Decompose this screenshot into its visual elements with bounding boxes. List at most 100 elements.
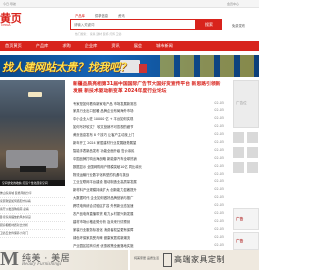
news-title[interactable]: 中小企业入驻 10000 亿 + 平台如何实现 <box>73 116 203 121</box>
news-row: 数据显示 全国网购用户规模突破10亿 同比增长 02-05 <box>73 162 233 170</box>
news-date: 02-05 <box>214 155 224 160</box>
news-title[interactable]: 专家是如何看待新家电产品 市场发展新常态 <box>73 101 203 106</box>
news-date: 02-05 <box>214 179 224 184</box>
search-tab-news[interactable]: 资讯 <box>118 13 125 18</box>
news-row: 新年开工 2024 家居建材行业发展趋势展望 02-05 <box>73 138 233 146</box>
nav-item-buy[interactable]: 求购 <box>62 43 70 49</box>
news-title[interactable]: 黄页信息发布 8 个技巧 让客户主动找上门 <box>73 132 203 137</box>
right-ad-middle[interactable]: 广告 <box>233 208 259 230</box>
list-item[interactable]: 佛山家具城 装修风格分享 <box>0 190 65 198</box>
right-ad-top[interactable]: 广告位 <box>233 80 259 128</box>
nav-item-products[interactable]: 产品库 <box>36 43 49 49</box>
news-date: 02-05 <box>214 226 224 231</box>
search-button[interactable]: 搜索 <box>196 19 222 30</box>
news-row: 工业互联网平台建设 推动制造业高质量发展 02-05 <box>73 178 233 186</box>
banner-slogan: 找人建网站太贵？找我吧？ <box>2 62 131 74</box>
nav-item-expo[interactable]: 展会 <box>134 43 142 49</box>
news-date: 02-05 <box>214 218 224 223</box>
news-title[interactable]: 农产品电商直播带货 助力乡村振兴新发展 <box>73 211 203 216</box>
news-date: 02-05 <box>214 163 224 168</box>
news-row: 家装行业服务标准化 消费者权益更有保障 02-05 <box>73 225 233 233</box>
search-tab-supply[interactable]: 供求信息 <box>95 13 108 18</box>
news-row: 物流运输行业数字化转型的机遇与挑战 02-05 <box>73 170 233 178</box>
news-title[interactable]: 新年开工 2024 家居建材行业发展趋势展望 <box>73 140 203 145</box>
news-date: 02-05 <box>214 108 224 113</box>
banner-stripe-decoration <box>160 55 259 77</box>
news-date: 02-05 <box>214 195 224 200</box>
news-row: 中国品牌打响出海战略 新能源汽车全球热销 02-05 <box>73 154 233 162</box>
news-title[interactable]: 家具行业出口回暖 品牌企业布局海外市场 <box>73 108 203 113</box>
news-row: 专家是如何看待新家电产品 市场发展新常态 02-05 <box>73 99 233 107</box>
news-date: 02-05 <box>214 242 224 247</box>
search-tab-products[interactable]: 产品库 <box>75 13 85 18</box>
photo-caption[interactable]: 空间优化的收纳 打造个性化居家空间 <box>0 180 65 186</box>
news-date: 02-05 <box>214 187 224 192</box>
promo-banner[interactable]: 找人建网站太贵？找我吧？ <box>0 55 259 77</box>
search-box <box>70 19 196 30</box>
news-date: 02-05 <box>214 124 224 129</box>
list-item[interactable]: 卧室家具摆放的风水禁忌 <box>0 214 65 222</box>
news-date: 02-05 <box>214 147 224 152</box>
thumbnail[interactable] <box>247 132 258 143</box>
news-title[interactable]: 绿色环保家具受青睐 健康家居成新潮流 <box>73 235 203 240</box>
site-logo-subtitle: CHINA <box>1 23 11 27</box>
ad-label: 广告位 <box>236 101 247 105</box>
news-date: 02-05 <box>214 171 224 176</box>
list-item[interactable]: 家居软装如何搭配才好看 <box>0 198 65 206</box>
news-title[interactable]: 新材料产业规模持续扩大 创新能力显著提升 <box>73 187 203 192</box>
publish-link[interactable]: 免费发布 <box>232 23 245 28</box>
news-row: 如何写好软文？ 软文营销不可忽视的细节 02-05 <box>73 123 233 131</box>
nav-item-home[interactable]: 首页黄页 <box>5 43 22 49</box>
nav-item-city-news[interactable]: 城市新闻 <box>156 43 173 49</box>
hot-keywords[interactable]: 热门搜索： 家具 建材 装饰 灯饰 卫浴 <box>75 32 121 36</box>
news-row: 农产品电商直播带货 助力乡村振兴新发展 02-05 <box>73 209 233 217</box>
nav-item-news[interactable]: 资讯 <box>111 43 119 49</box>
news-title[interactable]: 产业园区招商引资 优惠政策全面落地实施 <box>73 243 203 248</box>
news-title[interactable]: 跨境电商综合试验区扩容 外贸新业态加速 <box>73 203 203 208</box>
search-input[interactable] <box>74 21 174 29</box>
news-row: 建材市场价格走势分析 及未来行情预测 02-05 <box>73 217 233 225</box>
top-bar: 今日·导航 会员中心 <box>0 0 259 8</box>
news-title[interactable]: 中国品牌打响出海战略 新能源汽车全球热销 <box>73 156 203 161</box>
news-date: 02-05 <box>214 203 224 208</box>
news-date: 02-05 <box>214 100 224 105</box>
thumbnail[interactable] <box>233 162 244 173</box>
news-title[interactable]: 数据显示 全国网购用户规模突破10亿 同比增长 <box>73 164 203 169</box>
list-item[interactable]: 厨房橱柜材质对比分析 <box>0 222 65 230</box>
news-row: 家具行业出口回暖 品牌企业布局海外市场 02-05 <box>73 107 233 115</box>
news-row: 大数据时代 企业如何做好品牌营销与推广 02-05 <box>73 194 233 202</box>
custom-furniture-ad[interactable]: 纯美家居 品质生活 高端家具定制 <box>130 250 259 270</box>
list-item[interactable]: 卫浴五金件保养小窍门 <box>0 230 65 238</box>
living-room-image <box>0 80 65 186</box>
news-title[interactable]: 工业互联网平台建设 推动制造业高质量发展 <box>73 179 203 184</box>
thumbnail[interactable] <box>247 162 258 173</box>
site-nav-link[interactable]: 今日·导航 <box>3 2 16 6</box>
list-item[interactable]: 客厅沙发选购指南 必看 <box>0 206 65 214</box>
news-row: 跨境电商综合试验区扩容 外贸新业态加速 02-05 <box>73 202 233 210</box>
news-title[interactable]: 大数据时代 企业如何做好品牌营销与推广 <box>73 195 203 200</box>
thumbnail[interactable] <box>233 132 244 143</box>
brand-seal-icon <box>163 253 172 267</box>
thumbnail[interactable] <box>233 147 244 158</box>
coffee-table-shape <box>20 166 46 172</box>
truck-cab-illustration <box>139 64 147 73</box>
news-title[interactable]: 智能手表新品发布 功能全面升级 售价亲民 <box>73 148 203 153</box>
thumbnail[interactable] <box>247 147 258 158</box>
news-date: 02-05 <box>214 132 224 137</box>
search-tabs: 产品库 供求信息 资讯 <box>75 13 125 18</box>
news-title[interactable]: 家装行业服务标准化 消费者权益更有保障 <box>73 227 203 232</box>
news-row: 绿色环保家具受青睐 健康家居成新潮流 02-05 <box>73 233 233 241</box>
news-title[interactable]: 如何写好软文？ 软文营销不可忽视的细节 <box>73 124 203 129</box>
news-title[interactable]: 建材市场价格走势分析 及未来行情预测 <box>73 219 203 224</box>
right-ad-bottom[interactable]: 广告 <box>233 232 259 250</box>
bottom-ad-strip: M 纯美 · 美居 Beauty Furnishings 纯美家居 品质生活 高… <box>0 250 259 270</box>
beauty-furnishings-ad[interactable]: M 纯美 · 美居 Beauty Furnishings <box>0 250 128 270</box>
news-title[interactable]: 物流运输行业数字化转型的机遇与挑战 <box>73 172 203 177</box>
main-nav: 首页黄页 产品库 求购 企业库 资讯 展会 城市新闻 <box>0 41 259 51</box>
headline-news[interactable]: 新疆品质亮相第31届中国国际广告节大国好货宣传平台 新思路引领新发展 新技术驱动… <box>73 81 223 95</box>
news-row: 黄页信息发布 8 个技巧 让客户主动找上门 02-05 <box>73 131 233 139</box>
member-center-link[interactable]: 会员中心 <box>227 2 239 6</box>
ceiling-lamp-shape <box>28 92 42 97</box>
news-date: 02-05 <box>214 116 224 121</box>
nav-item-companies[interactable]: 企业库 <box>85 43 98 49</box>
